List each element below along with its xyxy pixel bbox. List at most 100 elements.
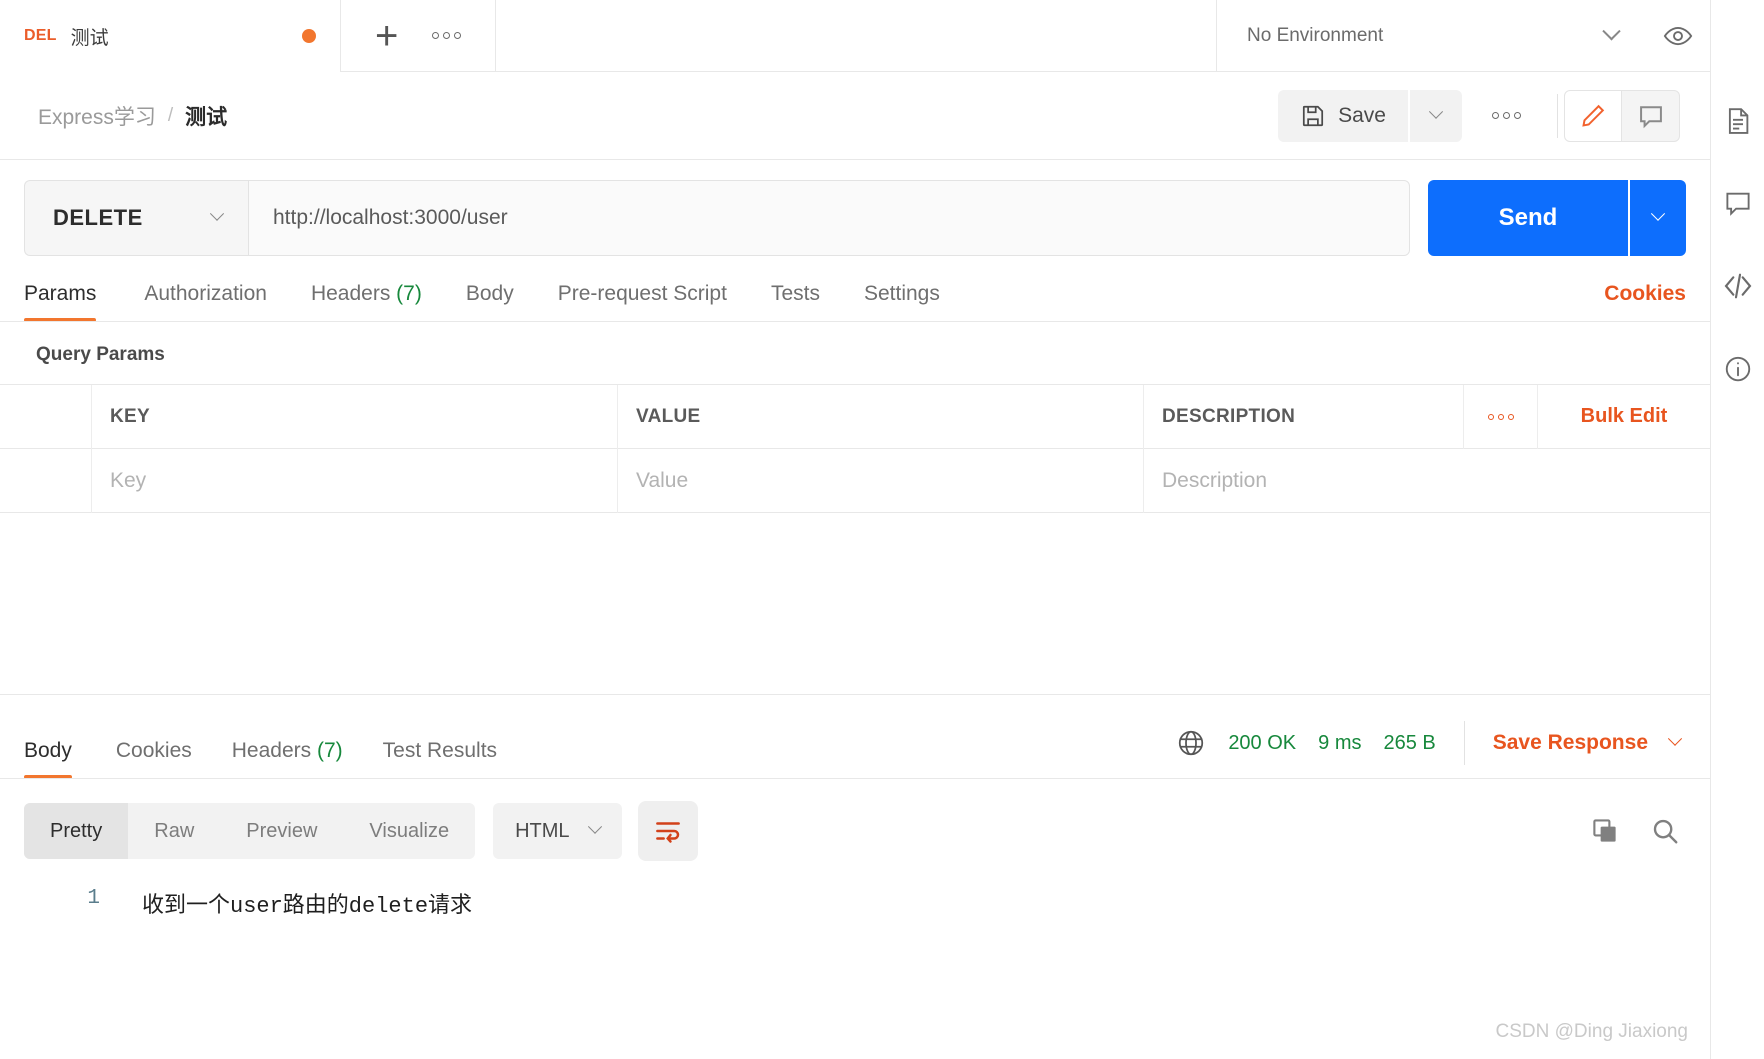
unsaved-indicator-dot — [302, 29, 316, 43]
divider — [1463, 721, 1465, 765]
word-wrap-button[interactable] — [637, 801, 698, 861]
header-value-cell: VALUE — [618, 384, 1144, 449]
cookies-link[interactable]: Cookies — [1604, 282, 1686, 322]
tab-headers[interactable]: Headers (7) — [289, 282, 444, 322]
http-method-selector[interactable]: DELETE — [24, 180, 248, 256]
tab-headers-label: Headers — [310, 282, 391, 305]
breadcrumb-separator: / — [167, 104, 174, 126]
response-header: Body Cookies Headers (7) Test Results 20… — [0, 695, 1710, 779]
key-input-placeholder: Key — [110, 468, 147, 492]
line-content: 收到一个user路由的delete请求 — [142, 894, 473, 919]
tab-pre-request-script-label: Pre-request Script — [557, 282, 727, 305]
query-params-title: Query Params — [36, 344, 165, 365]
pencil-icon — [1582, 104, 1605, 127]
right-sidebar — [1710, 0, 1764, 1059]
globe-icon — [1179, 730, 1204, 756]
tab-method-label: DEL — [24, 27, 57, 44]
tab-pre-request-script[interactable]: Pre-request Script — [536, 282, 749, 322]
breadcrumb-request[interactable]: 测试 — [185, 101, 227, 131]
response-body-actions — [1590, 816, 1680, 846]
comment-icon[interactable] — [1723, 188, 1753, 218]
view-mode-preview[interactable]: Preview — [220, 803, 343, 859]
chevron-down-icon — [1602, 22, 1621, 41]
tab-params[interactable]: Params — [24, 282, 118, 322]
tab-params-label: Params — [24, 282, 97, 305]
copy-icon[interactable] — [1590, 816, 1620, 846]
request-tab-测试[interactable]: DEL 测试 — [0, 0, 341, 72]
request-tabs: Params Authorization Headers (7) Body Pr… — [0, 256, 1710, 322]
value-input-placeholder: Value — [636, 468, 689, 492]
chevron-down-icon[interactable] — [1667, 731, 1683, 746]
view-mode-pretty[interactable]: Pretty — [24, 803, 129, 859]
tab-name-label: 测试 — [70, 27, 109, 49]
tab-strip: DEL 测试 + No Environment — [0, 0, 1710, 72]
chevron-down-icon — [1428, 104, 1444, 119]
row-value-cell[interactable]: Value — [618, 448, 1144, 513]
tabstrip-filler — [496, 0, 1216, 72]
tab-authorization-label: Authorization — [144, 282, 267, 305]
send-options-button[interactable] — [1630, 180, 1686, 256]
tab-overflow-menu-icon[interactable] — [432, 32, 462, 39]
main-column: DEL 测试 + No Environment Express学习 / 测试 S… — [0, 0, 1710, 1059]
divider — [1557, 93, 1558, 138]
response-tab-test-results[interactable]: Test Results — [363, 739, 517, 779]
code-icon[interactable] — [1722, 270, 1754, 302]
response-time: 9 ms — [1318, 731, 1362, 754]
comment-request-button[interactable] — [1622, 89, 1680, 142]
view-mode-raw[interactable]: Raw — [128, 803, 220, 859]
url-input[interactable] — [273, 206, 1385, 230]
watermark: CSDN @Ding Jiaxiong — [1495, 1021, 1688, 1042]
tab-settings-label: Settings — [863, 282, 940, 305]
chevron-down-icon — [587, 819, 602, 834]
row-key-cell[interactable]: Key — [92, 448, 618, 513]
url-input-wrapper[interactable] — [248, 180, 1410, 256]
tab-settings[interactable]: Settings — [842, 282, 962, 322]
params-options-button[interactable] — [1464, 384, 1538, 449]
send-button[interactable]: Send — [1428, 180, 1628, 256]
code-line: 1 收到一个user路由的delete请求 — [0, 887, 1710, 919]
response-tab-test-results-label: Test Results — [382, 739, 498, 762]
column-header-key: KEY — [110, 405, 150, 427]
response-tab-body[interactable]: Body — [24, 739, 92, 779]
response-body-viewer[interactable]: 1 收到一个user路由的delete请求 — [0, 861, 1710, 919]
tab-headers-count: (7) — [396, 282, 422, 305]
chevron-down-icon — [209, 206, 225, 221]
save-button-label: Save — [1338, 103, 1386, 127]
url-bar: DELETE Send — [0, 160, 1710, 256]
row-description-cell[interactable]: Description — [1144, 449, 1710, 513]
postman-window: DEL 测试 + No Environment Express学习 / 测试 S… — [0, 0, 1764, 1059]
row-checkbox-cell[interactable] — [0, 448, 92, 513]
tab-tests[interactable]: Tests — [749, 282, 842, 322]
save-response-button[interactable]: Save Response — [1493, 731, 1648, 755]
header-checkbox-cell — [0, 384, 92, 449]
tab-authorization[interactable]: Authorization — [122, 282, 289, 322]
breadcrumb-collection[interactable]: Express学习 — [38, 101, 156, 131]
floppy-disk-icon — [1303, 105, 1324, 126]
edit-request-button[interactable] — [1564, 89, 1622, 142]
info-icon[interactable] — [1723, 354, 1753, 384]
new-tab-button[interactable]: + — [375, 16, 398, 56]
response-tab-headers[interactable]: Headers (7) — [212, 739, 363, 779]
view-mode-visualize[interactable]: Visualize — [343, 803, 475, 859]
response-tab-cookies-label: Cookies — [115, 739, 192, 762]
response-view-bar: Pretty Raw Preview Visualize HTML — [0, 779, 1710, 861]
word-wrap-icon — [655, 822, 680, 843]
bulk-edit-button[interactable]: Bulk Edit — [1538, 385, 1710, 449]
tab-body[interactable]: Body — [444, 282, 536, 322]
ellipsis-icon — [1492, 112, 1521, 119]
response-size: 265 B — [1383, 731, 1436, 754]
environment-quicklook-button[interactable] — [1646, 0, 1710, 72]
tab-actions: + — [341, 0, 497, 72]
save-button[interactable]: Save — [1278, 89, 1408, 142]
tab-tests-label: Tests — [770, 282, 820, 305]
response-format-selector[interactable]: HTML — [493, 803, 622, 859]
document-icon[interactable] — [1723, 106, 1753, 136]
environment-name-label: No Environment — [1247, 24, 1384, 46]
table-row: Key Value Description — [0, 448, 1710, 513]
response-tab-cookies[interactable]: Cookies — [96, 739, 212, 779]
request-more-actions-button[interactable] — [1462, 112, 1551, 119]
bulk-edit-label: Bulk Edit — [1580, 405, 1668, 427]
save-options-button[interactable] — [1410, 89, 1462, 142]
search-icon[interactable] — [1650, 816, 1680, 846]
environment-selector[interactable]: No Environment — [1216, 0, 1646, 72]
